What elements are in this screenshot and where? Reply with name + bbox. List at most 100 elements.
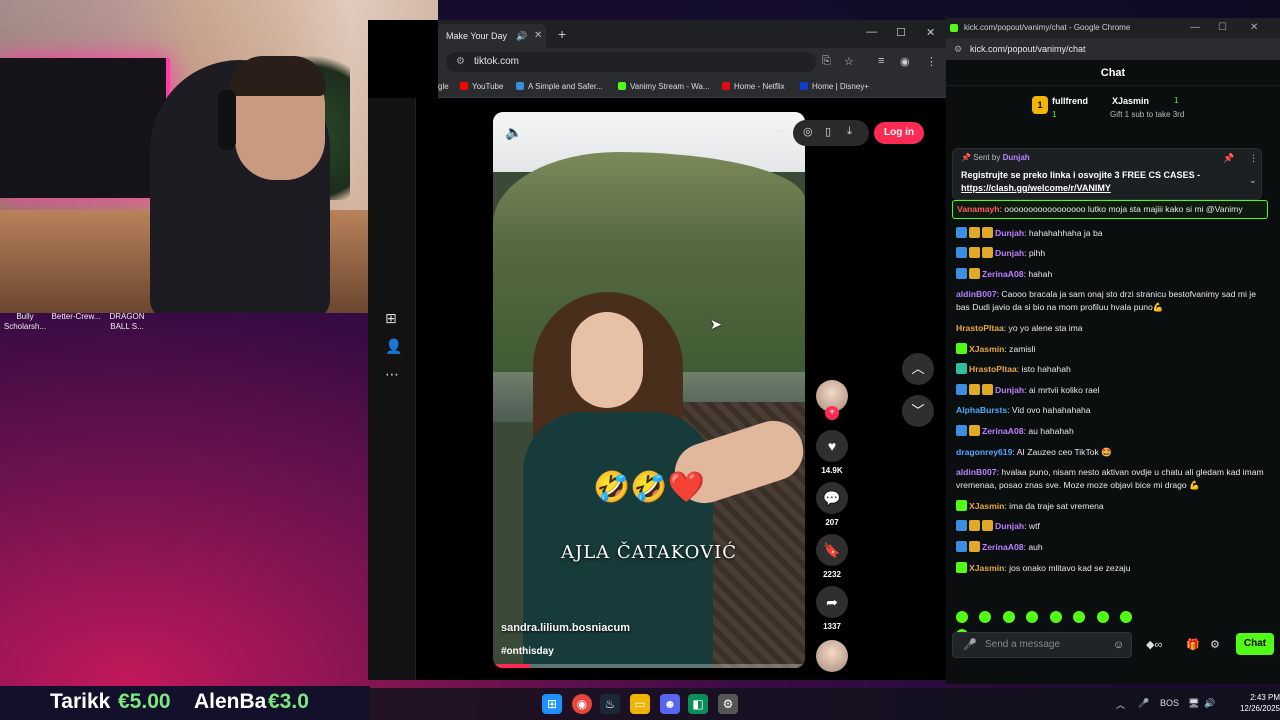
chat-username[interactable]: XJasmin — [969, 563, 1004, 573]
chat-url-bar[interactable]: ⚙ kick.com/popout/vanimy/chat — [946, 38, 1280, 60]
user-badge-icon[interactable] — [969, 383, 980, 395]
emote-icon[interactable] — [1096, 611, 1109, 623]
chat-message[interactable]: ZerinaA08: hahah — [952, 267, 1268, 281]
previous-video-button[interactable]: ︿ — [902, 353, 934, 385]
chat-message[interactable]: XJasmin: zamisli — [952, 342, 1268, 356]
bookmark-star-icon[interactable]: ☆ — [844, 55, 854, 68]
minimize-icon[interactable]: — — [1190, 18, 1200, 38]
maximize-icon[interactable]: ☐ — [896, 26, 906, 39]
user-badge-icon[interactable] — [956, 342, 967, 354]
user-badge-icon[interactable] — [969, 520, 980, 532]
emote-icon[interactable] — [1026, 611, 1039, 623]
profile-icon[interactable]: ◉ — [900, 55, 910, 68]
share-icon[interactable]: ➦ — [816, 586, 848, 618]
user-badge-icon[interactable] — [956, 267, 967, 279]
chat-username[interactable]: HrastoPltaa — [956, 323, 1004, 333]
microphone-icon[interactable]: 🎤 — [963, 633, 977, 657]
chat-message[interactable]: ZerinaA08: au hahahah — [952, 424, 1268, 438]
chat-username[interactable]: XJasmin — [969, 501, 1004, 511]
user-badge-icon[interactable] — [982, 226, 993, 238]
maximize-icon[interactable]: ☐ — [1218, 18, 1227, 38]
tray-chevron-icon[interactable]: ︿ — [1116, 698, 1125, 711]
profile-icon[interactable]: 👤 — [385, 338, 402, 355]
share-action[interactable]: ➦ 1337 — [812, 586, 852, 631]
follow-plus-icon[interactable]: + — [825, 406, 839, 420]
user-badge-icon[interactable] — [969, 247, 980, 259]
like-action[interactable]: ♥ 14.9K — [812, 430, 852, 475]
recipient-name[interactable]: XJasmin — [1112, 96, 1149, 106]
bookmark-disney[interactable]: Home | Disney+ — [800, 76, 869, 98]
volume-icon[interactable]: 🔊 — [1204, 698, 1215, 709]
microphone-icon[interactable]: 🎤 — [1138, 698, 1149, 709]
emote-icon[interactable] — [1073, 611, 1086, 623]
comment-action[interactable]: 💬 207 — [812, 482, 852, 527]
music-avatar[interactable] — [816, 640, 848, 672]
more-options-icon[interactable]: ⋮ — [1249, 153, 1258, 164]
chat-username[interactable]: aldinB007 — [956, 289, 997, 299]
user-badge-icon[interactable] — [956, 540, 967, 552]
media-control-icon[interactable]: ≡ — [878, 55, 884, 67]
user-badge-icon[interactable] — [982, 383, 993, 395]
user-badge-icon[interactable] — [956, 424, 967, 436]
file-explorer-icon[interactable]: ▭ — [630, 694, 650, 714]
settings-gear-icon[interactable]: ⚙ — [718, 694, 738, 714]
emote-icon[interactable] — [979, 611, 992, 623]
speaker-icon[interactable]: 🔊 — [516, 24, 527, 48]
bookmark-simple-safer[interactable]: A Simple and Safer... — [516, 76, 603, 98]
mobile-icon[interactable]: ▯ — [825, 125, 831, 138]
gifter-name[interactable]: fullfrend — [1052, 96, 1088, 106]
chat-message[interactable]: XJasmin: jos onako mlitavo kad se zezaju — [952, 561, 1268, 575]
chat-message[interactable]: aldinB007: Caooo bracala ja sam onaj sto… — [952, 288, 1268, 314]
pinned-link[interactable]: https://clash.gg/welcome/r/VANIMY — [961, 183, 1111, 193]
windows-start-icon[interactable]: ⊞ — [542, 694, 562, 714]
chat-message[interactable]: Dunjah: hahahahhaha ja ba — [952, 226, 1268, 240]
chat-username[interactable]: ZerinaA08 — [982, 426, 1024, 436]
kick-combo-icon[interactable]: ◆∞ — [1146, 638, 1162, 651]
taskbar-clock[interactable]: 2:43 PM 12/26/2025 — [1226, 692, 1280, 714]
chat-username[interactable]: Vanamayh — [957, 204, 1000, 214]
user-badge-icon[interactable] — [982, 520, 993, 532]
user-badge-icon[interactable] — [956, 247, 967, 259]
download-icon[interactable]: ⤓ — [847, 125, 852, 138]
bookmark-netflix[interactable]: Home - Netflix — [722, 76, 785, 98]
chat-username[interactable]: Dunjah — [995, 228, 1024, 238]
login-button[interactable]: Log in — [874, 122, 924, 144]
emote-icon[interactable] — [956, 611, 968, 623]
chat-username[interactable]: ZerinaA08 — [982, 269, 1024, 279]
chat-username[interactable]: Dunjah — [995, 248, 1024, 258]
video-progress-bar[interactable] — [493, 664, 805, 668]
site-info-icon[interactable]: ⚙ — [456, 52, 465, 72]
chat-username[interactable]: HrastoPltaa — [969, 364, 1017, 374]
close-window-icon[interactable]: ✕ — [1250, 18, 1258, 38]
user-badge-icon[interactable] — [956, 226, 967, 238]
minimize-icon[interactable]: — — [866, 26, 877, 38]
video-username[interactable]: sandra.lilium.bosniacum — [501, 622, 630, 634]
gear-icon[interactable]: ⚙ — [1210, 638, 1220, 651]
chat-message[interactable]: AlphaBursts: Vid ovo hahahahaha — [952, 404, 1268, 417]
new-tab-icon[interactable]: + — [558, 26, 566, 42]
emote-icon[interactable] — [1049, 611, 1062, 623]
chat-username[interactable]: ZerinaA08 — [982, 542, 1024, 552]
app-icon[interactable]: ◧ — [688, 694, 708, 714]
video-hashtag[interactable]: #onthisday — [501, 646, 554, 657]
more-icon[interactable]: ⋯ — [385, 366, 399, 383]
discord-icon[interactable]: ☻ — [660, 694, 680, 714]
chat-message[interactable]: dragonrey619: AI Zauzeo ceo TikTok 🤩 — [952, 446, 1268, 459]
chevron-down-icon[interactable]: ⌄ — [1249, 175, 1257, 186]
chat-message[interactable]: Dunjah: pihh — [952, 247, 1268, 260]
user-badge-icon[interactable] — [982, 247, 993, 259]
chat-message[interactable]: aldinB007: hvalaa puno, nisam nesto akti… — [952, 466, 1268, 492]
chat-message[interactable]: HrastoPltaa: yo yo alene sta ima — [952, 322, 1268, 335]
bookmark-icon[interactable]: 🔖 — [816, 534, 848, 566]
install-app-icon[interactable]: ⎘ — [822, 55, 831, 68]
pinned-message[interactable]: 📌 Sent by Dunjah Registrujte se preko li… — [952, 148, 1262, 200]
chat-username[interactable]: AlphaBursts — [956, 405, 1007, 415]
chat-message[interactable]: Dunjah: wtf — [952, 520, 1268, 533]
gift-icon[interactable]: 🎁 — [1186, 638, 1200, 651]
user-badge-icon[interactable] — [956, 383, 967, 395]
desktop-icon-dragon-ball[interactable]: DRAGON BALL S... — [97, 312, 157, 332]
tiktok-video[interactable]: 🤣🤣❤️ AJLA ČATAKOVIĆ sandra.lilium.bosnia… — [493, 112, 805, 668]
pinned-sender[interactable]: Dunjah — [1003, 153, 1030, 162]
network-icon[interactable]: 🖥 — [1188, 698, 1199, 709]
chat-username[interactable]: dragonrey619 — [956, 447, 1012, 457]
